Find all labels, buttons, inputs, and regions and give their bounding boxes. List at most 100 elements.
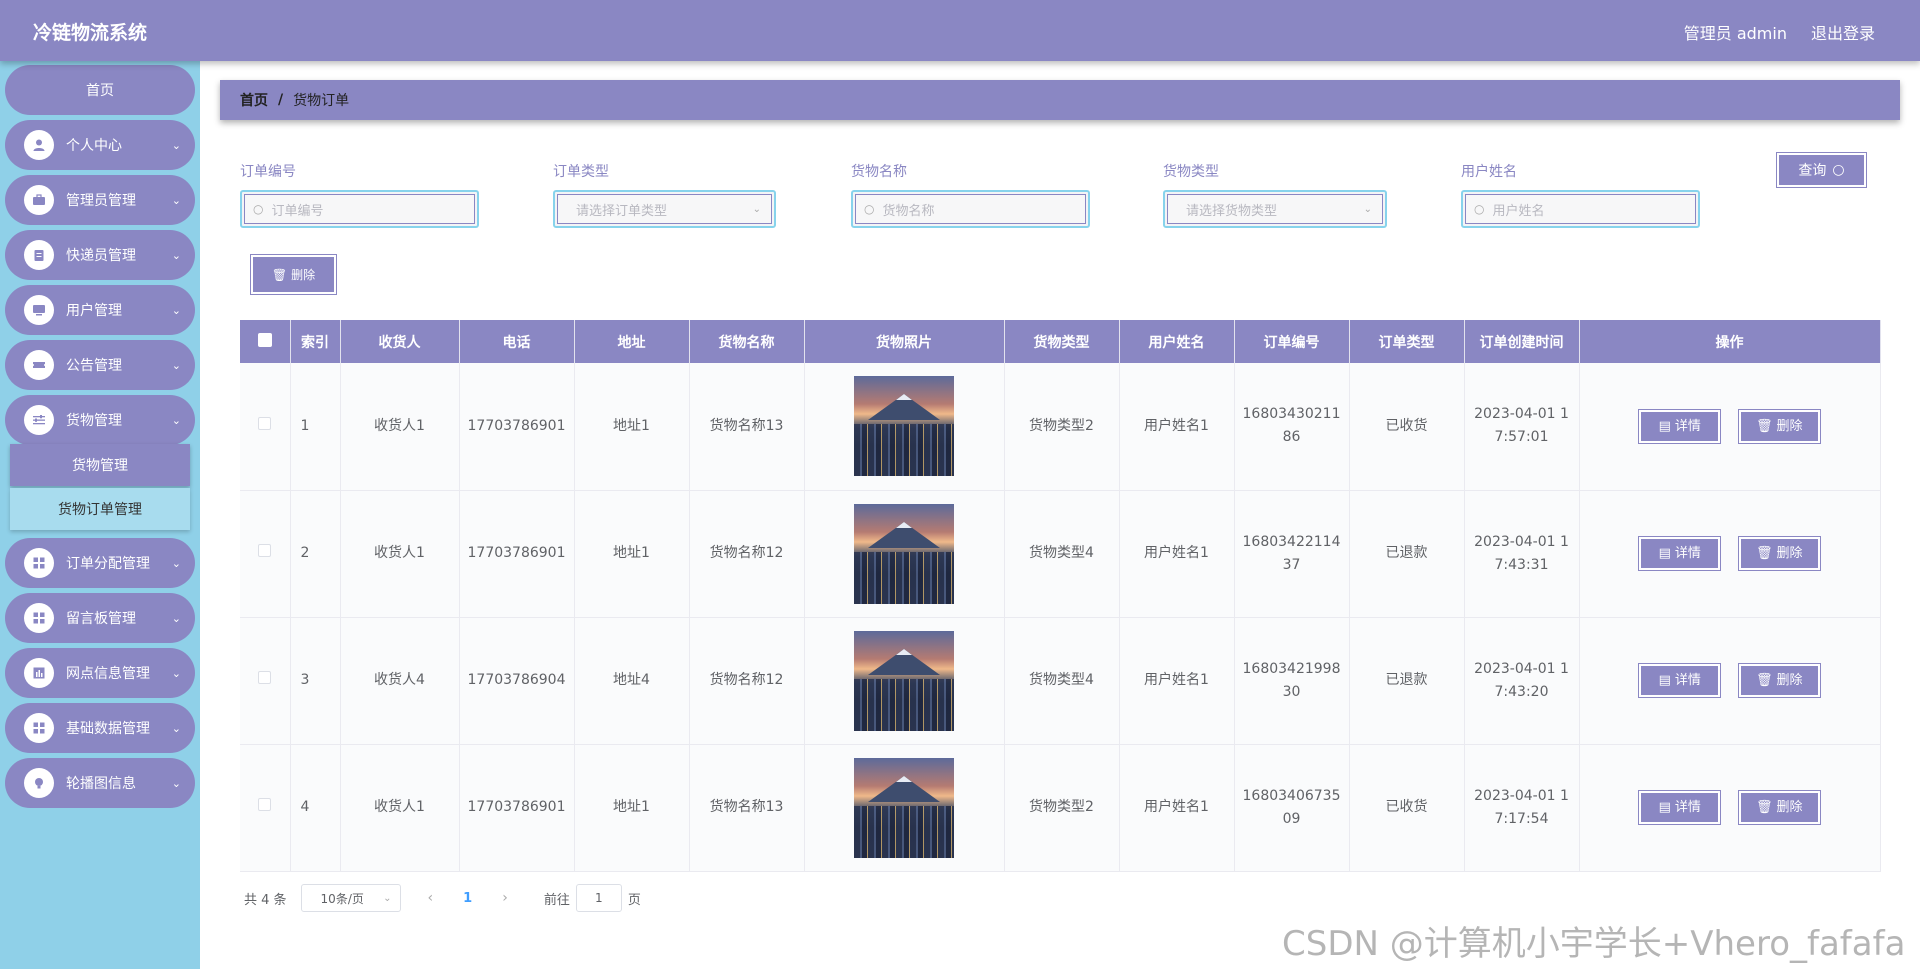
time-line: 7:43:31 xyxy=(1494,556,1549,573)
sidebar-item-admin[interactable]: 管理员管理 ⌄ xyxy=(5,175,195,225)
header-actions: 管理员 admin 退出登录 xyxy=(1684,20,1875,44)
cell-order-type: 已收货 xyxy=(1349,744,1465,872)
orders-table: 索引 收货人 电话 地址 货物名称 货物照片 货物类型 用户姓名 订单编号 订单… xyxy=(240,320,1881,872)
breadcrumb-home[interactable]: 首页 xyxy=(240,90,268,110)
goods-name-placeholder: 货物名称 xyxy=(882,203,935,219)
detail-button[interactable]: ▤ 详情 xyxy=(1638,408,1722,444)
page-size-select[interactable]: 10条/页 ⌄ xyxy=(300,884,401,912)
column-header: 用户姓名 xyxy=(1119,320,1235,363)
pagination-total: 共 4 条 xyxy=(244,892,287,908)
next-page-button[interactable]: › xyxy=(502,890,508,906)
page-number[interactable]: 1 xyxy=(463,891,472,906)
detail-button[interactable]: ▤ 详情 xyxy=(1638,790,1722,825)
sidebar-item-outlets[interactable]: 网点信息管理 ⌄ xyxy=(5,648,195,698)
cell-actions: ▤ 详情 🗑 删除 xyxy=(1579,617,1881,745)
order-no-line: 16803430211 xyxy=(1242,406,1341,423)
sliders-icon xyxy=(24,405,54,435)
chevron-down-icon: ⌄ xyxy=(171,556,181,570)
user-name-input[interactable]: ○ 用户姓名 xyxy=(1461,190,1700,228)
cell-goods-name: 货物名称13 xyxy=(689,744,805,872)
row-checkbox[interactable] xyxy=(258,671,272,684)
goods-photo[interactable] xyxy=(854,376,954,477)
cell-index: 4 xyxy=(290,744,341,872)
cell-goods-type: 货物类型4 xyxy=(1004,490,1120,618)
sidebar-item-users[interactable]: 用户管理 ⌄ xyxy=(5,285,195,335)
cell-address: 地址1 xyxy=(574,490,690,618)
detail-button[interactable]: ▤ 详情 xyxy=(1638,536,1722,571)
sidebar-item-order-assign[interactable]: 订单分配管理 ⌄ xyxy=(5,538,195,588)
cell-address: 地址4 xyxy=(574,617,690,745)
sidebar-item-basic-data[interactable]: 基础数据管理 ⌄ xyxy=(5,703,195,753)
detail-button[interactable]: ▤ 详情 xyxy=(1638,663,1722,698)
logout-link[interactable]: 退出登录 xyxy=(1811,20,1875,44)
page-suffix-label: 页 xyxy=(627,892,641,908)
bulb-icon xyxy=(24,768,54,798)
cell-receiver: 收货人1 xyxy=(340,490,460,618)
cell-goods-photo xyxy=(804,363,1005,491)
order-type-select[interactable]: 请选择订单类型 ⌄ xyxy=(553,190,776,228)
document-icon: ▤ xyxy=(1658,673,1671,688)
sidebar-item-notice[interactable]: 公告管理 ⌄ xyxy=(5,340,195,390)
sidebar-item-personal[interactable]: 个人中心 ⌄ xyxy=(5,120,195,170)
document-icon: ▤ xyxy=(1658,800,1671,815)
order-no-input[interactable]: ○ 订单编号 xyxy=(240,190,479,228)
row-checkbox[interactable] xyxy=(258,416,272,430)
goto-label: 前往 xyxy=(543,892,570,908)
row-checkbox[interactable] xyxy=(258,544,272,557)
goods-photo[interactable] xyxy=(854,757,954,858)
app-title: 冷链物流系统 xyxy=(33,22,148,44)
column-header: 货物类型 xyxy=(1004,320,1120,363)
time-line: 2023-04-01 1 xyxy=(1474,533,1569,550)
cell-phone: 17703786901 xyxy=(459,744,575,872)
search-icon: ○ xyxy=(1474,202,1485,216)
delete-button[interactable]: 🗑 删除 xyxy=(1737,790,1821,825)
goods-type-select[interactable]: 请选择货物类型 ⌄ xyxy=(1163,190,1387,228)
delete-button[interactable]: 🗑 删除 xyxy=(1737,663,1821,698)
goods-name-label: 货物名称 xyxy=(851,164,907,180)
grid-icon xyxy=(24,713,54,743)
batch-delete-button[interactable]: 🗑 删除 xyxy=(250,254,337,295)
cell-order-no: 16803421998 30 xyxy=(1234,617,1350,745)
row-checkbox[interactable] xyxy=(258,798,272,811)
sidebar-item-messages[interactable]: 留言板管理 ⌄ xyxy=(5,593,195,643)
cell-receiver: 收货人4 xyxy=(340,617,460,745)
cell-phone: 17703786904 xyxy=(459,617,575,745)
delete-button[interactable]: 🗑 删除 xyxy=(1737,408,1821,444)
chevron-down-icon: ⌄ xyxy=(171,776,181,790)
trash-icon: 🗑 xyxy=(1755,800,1773,815)
sidebar-item-courier[interactable]: 快递员管理 ⌄ xyxy=(5,230,195,280)
time-line: 2023-04-01 1 xyxy=(1474,787,1569,804)
ticket-icon xyxy=(24,350,54,380)
goto-page-input[interactable]: 1 xyxy=(575,884,622,912)
cell-user-name: 用户姓名1 xyxy=(1119,363,1235,491)
chevron-down-icon: ⌄ xyxy=(1363,203,1372,215)
submenu-item-goods[interactable]: 货物管理 xyxy=(10,444,190,486)
column-header: 索引 xyxy=(290,320,341,363)
chevron-down-icon: ⌄ xyxy=(752,203,761,215)
trash-icon: 🗑 xyxy=(271,267,288,282)
goods-photo[interactable] xyxy=(854,630,954,731)
goods-photo[interactable] xyxy=(854,503,954,604)
chevron-down-icon: ⌄ xyxy=(171,413,181,427)
column-header: 地址 xyxy=(574,320,690,363)
submenu-item-goods-orders[interactable]: 货物订单管理 xyxy=(10,488,190,530)
goods-name-input[interactable]: ○ 货物名称 xyxy=(851,190,1090,228)
sidebar-item-home[interactable]: 首页 xyxy=(5,65,195,115)
column-header: 操作 xyxy=(1579,320,1881,363)
sidebar-item-label: 货物管理 xyxy=(66,413,122,429)
grid-icon xyxy=(24,603,54,633)
trash-icon: 🗑 xyxy=(1755,546,1773,561)
select-all-header xyxy=(240,320,291,363)
cell-order-type: 已退款 xyxy=(1349,617,1465,745)
sidebar-item-label: 个人中心 xyxy=(66,138,122,154)
monitor-icon xyxy=(24,295,54,325)
query-button[interactable]: 查询 ○ xyxy=(1776,152,1867,188)
select-all-checkbox[interactable] xyxy=(257,332,272,347)
sidebar-item-goods[interactable]: 货物管理 ⌄ xyxy=(5,395,195,445)
delete-button[interactable]: 🗑 删除 xyxy=(1737,536,1821,571)
cell-actions: ▤ 详情 🗑 删除 xyxy=(1579,363,1881,491)
watermark: CSDN @计算机小宇学长+Vhero_fafafa xyxy=(1282,924,1906,964)
prev-page-button[interactable]: ‹ xyxy=(428,890,434,906)
sidebar-item-carousel[interactable]: 轮播图信息 ⌄ xyxy=(5,758,195,808)
cell-order-no: 16803430211 86 xyxy=(1234,363,1350,491)
